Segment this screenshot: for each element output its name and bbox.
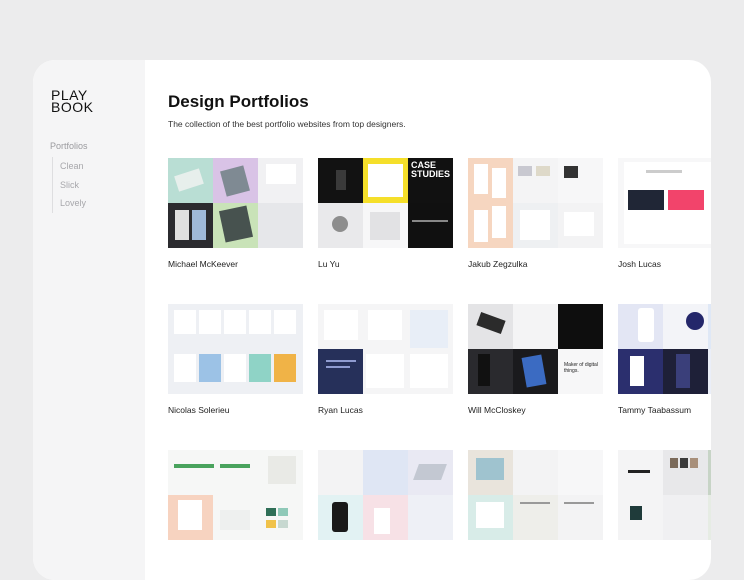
portfolio-thumbnail[interactable] <box>618 304 711 394</box>
portfolio-name[interactable]: Jakub Zegzulka <box>468 259 603 269</box>
portfolio-card-lu-yu[interactable]: CASE STUDIES Lu Yu <box>318 158 453 269</box>
sidebar-item-slick[interactable]: Slick <box>60 176 86 195</box>
sidebar-item-lovely[interactable]: Lovely <box>60 194 86 213</box>
portfolio-card-row3-3[interactable] <box>468 450 603 551</box>
will-tagline-text: Maker of digital things. <box>564 362 598 374</box>
portfolio-thumbnail[interactable] <box>168 450 303 540</box>
portfolio-thumbnail[interactable] <box>468 158 603 248</box>
portfolio-card-tammy-taabassum[interactable]: Tammy Taabassum <box>618 304 711 415</box>
portfolio-thumbnail[interactable] <box>168 158 303 248</box>
sidebar: PLAY BOOK Portfolios Clean Slick Lovely <box>33 60 145 580</box>
portfolio-card-nicolas-solerieu[interactable]: Nicolas Solerieu <box>168 304 303 415</box>
portfolio-thumbnail[interactable] <box>318 450 453 540</box>
portfolio-card-michael-mckeever[interactable]: Michael McKeever <box>168 158 303 269</box>
portfolio-thumbnail[interactable]: Maker of digital things. <box>468 304 603 394</box>
portfolio-thumbnail[interactable] <box>468 450 603 540</box>
case-studies-text: CASE STUDIES <box>411 160 451 179</box>
app-window: PLAY BOOK Portfolios Clean Slick Lovely … <box>33 60 711 580</box>
portfolio-thumbnail[interactable] <box>618 450 711 540</box>
sidebar-sublist: Clean Slick Lovely <box>52 157 86 213</box>
playbook-logo[interactable]: PLAY BOOK <box>51 88 94 115</box>
portfolio-thumbnail[interactable] <box>618 158 711 248</box>
portfolio-card-josh-lucas[interactable]: Josh Lucas <box>618 158 711 269</box>
portfolio-name[interactable]: Will McCloskey <box>468 405 603 415</box>
portfolio-card-row3-2[interactable] <box>318 450 453 551</box>
portfolio-card-ryan-lucas[interactable]: Ryan Lucas <box>318 304 453 415</box>
portfolio-card-jakub-zegzulka[interactable]: Jakub Zegzulka <box>468 158 603 269</box>
sidebar-item-portfolios[interactable]: Portfolios <box>50 141 88 151</box>
portfolio-thumbnail[interactable] <box>318 304 453 394</box>
portfolio-card-row3-4[interactable] <box>618 450 711 551</box>
portfolio-card-row3-1[interactable] <box>168 450 303 551</box>
portfolio-card-will-mccloskey[interactable]: Maker of digital things. Will McCloskey <box>468 304 603 415</box>
page-title: Design Portfolios <box>168 92 309 111</box>
portfolio-name[interactable]: Nicolas Solerieu <box>168 405 303 415</box>
logo-line-2: BOOK <box>51 99 94 115</box>
portfolio-name[interactable]: Lu Yu <box>318 259 453 269</box>
portfolio-thumbnail[interactable]: CASE STUDIES <box>318 158 453 248</box>
portfolio-thumbnail[interactable] <box>168 304 303 394</box>
sidebar-item-clean[interactable]: Clean <box>60 157 86 176</box>
portfolio-name[interactable]: Michael McKeever <box>168 259 303 269</box>
portfolio-name[interactable]: Josh Lucas <box>618 259 711 269</box>
page-subtitle: The collection of the best portfolio web… <box>168 119 406 129</box>
portfolio-name[interactable]: Ryan Lucas <box>318 405 453 415</box>
portfolio-name[interactable]: Tammy Taabassum <box>618 405 711 415</box>
main-content: Design Portfolios The collection of the … <box>145 60 711 580</box>
